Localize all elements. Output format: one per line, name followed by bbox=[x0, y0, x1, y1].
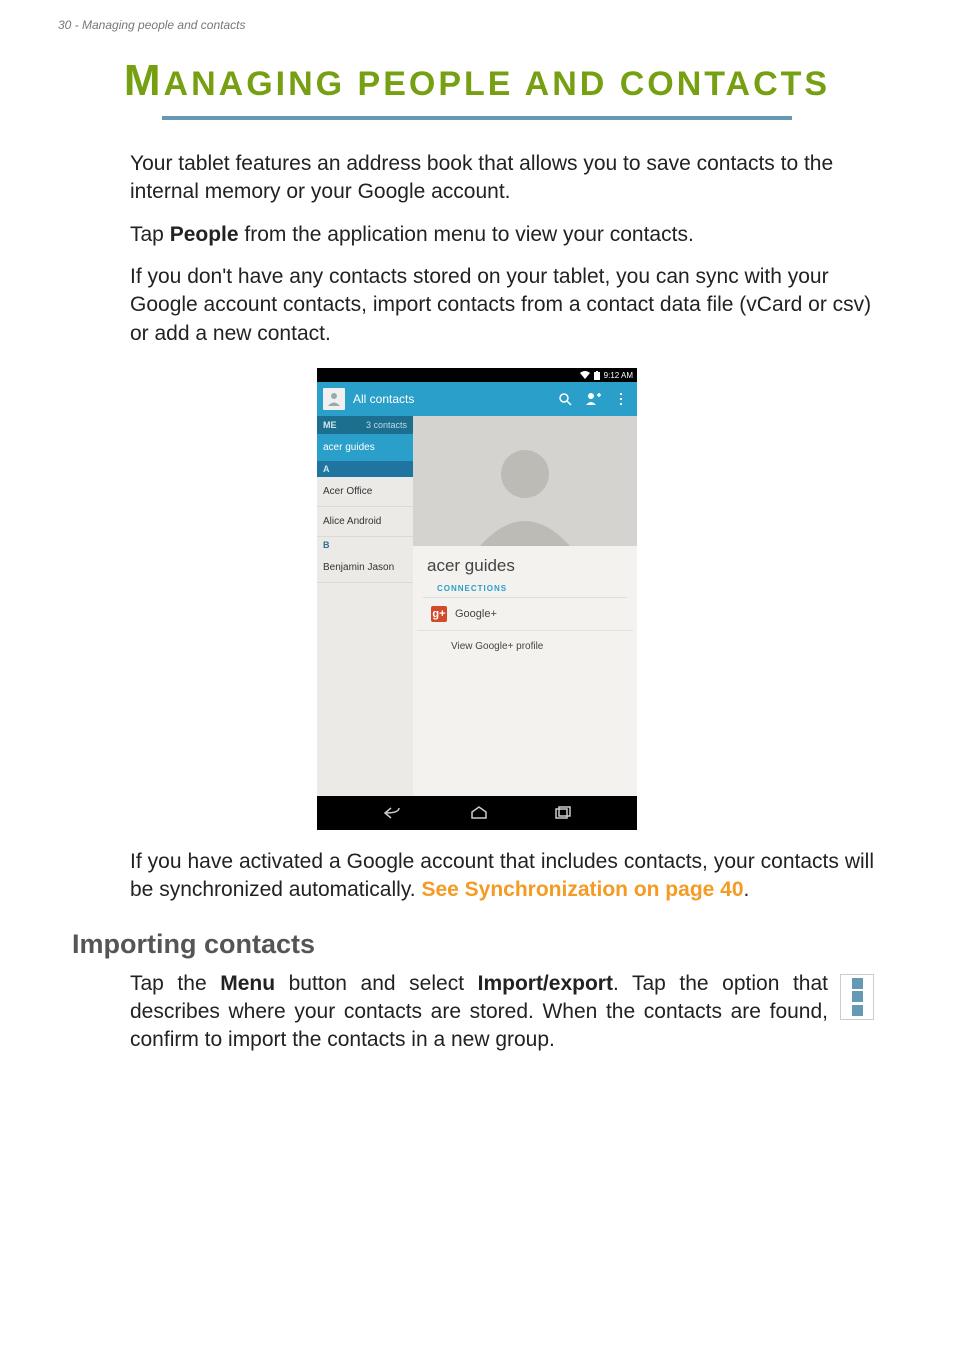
googleplus-label: Google+ bbox=[455, 608, 497, 620]
sidebar-item-selected[interactable]: acer guides bbox=[317, 434, 413, 461]
synchronization-link[interactable]: See Synchronization on page 40 bbox=[421, 878, 743, 901]
me-row[interactable]: ME 3 contacts bbox=[317, 416, 413, 434]
connections-label: CONNECTIONS bbox=[423, 582, 627, 598]
search-icon[interactable] bbox=[555, 392, 575, 406]
sidebar-item[interactable]: Alice Android bbox=[317, 507, 413, 537]
intro-paragraph-2: Tap People from the application menu to … bbox=[130, 221, 874, 249]
sync-paragraph: If you have activated a Google account t… bbox=[130, 848, 874, 905]
contact-detail-pane: acer guides CONNECTIONS g+ Google+ View … bbox=[413, 416, 637, 796]
embedded-screenshot: 9:12 AM All contacts ME 3 contacts bbox=[0, 362, 954, 848]
page-title: MANAGING PEOPLE AND CONTACTS bbox=[0, 42, 954, 106]
android-frame: 9:12 AM All contacts ME 3 contacts bbox=[317, 368, 637, 830]
page-header: 30 - Managing people and contacts bbox=[0, 0, 954, 42]
section-header-b: B bbox=[317, 537, 413, 553]
sidebar-item[interactable]: Benjamin Jason bbox=[317, 553, 413, 583]
intro-paragraph-1: Your tablet features an address book tha… bbox=[130, 150, 874, 207]
android-nav-bar bbox=[317, 796, 637, 830]
googleplus-icon: g+ bbox=[431, 606, 447, 622]
menu-dots-icon bbox=[840, 974, 874, 1020]
app-bar: All contacts bbox=[317, 382, 637, 416]
view-googleplus-profile[interactable]: View Google+ profile bbox=[413, 631, 637, 662]
intro-paragraph-3: If you don't have any contacts stored on… bbox=[130, 263, 874, 348]
wifi-icon bbox=[580, 371, 590, 379]
contacts-sidebar: ME 3 contacts acer guides A Acer Office … bbox=[317, 416, 413, 796]
status-bar: 9:12 AM bbox=[317, 368, 637, 382]
overflow-menu-icon[interactable] bbox=[611, 392, 631, 406]
heading-rest: ANAGING PEOPLE AND CONTACTS bbox=[164, 65, 831, 103]
people-app-icon[interactable] bbox=[323, 388, 345, 410]
add-contact-icon[interactable] bbox=[583, 392, 603, 406]
appbar-title: All contacts bbox=[353, 392, 547, 406]
recents-icon[interactable] bbox=[554, 806, 572, 820]
importing-contacts-heading: Importing contacts bbox=[0, 919, 954, 970]
dot-icon bbox=[852, 978, 863, 989]
me-label: ME bbox=[323, 420, 337, 430]
people-app-label: People bbox=[170, 223, 239, 246]
back-icon[interactable] bbox=[383, 806, 405, 820]
import-paragraph: Tap the Menu button and select Import/ex… bbox=[130, 970, 828, 1055]
status-time: 9:12 AM bbox=[604, 371, 633, 380]
contact-avatar bbox=[413, 416, 637, 546]
content-area: ME 3 contacts acer guides A Acer Office … bbox=[317, 416, 637, 796]
section-header-a: A bbox=[317, 461, 413, 477]
battery-icon bbox=[594, 371, 600, 380]
contact-count: 3 contacts bbox=[366, 420, 407, 430]
home-icon[interactable] bbox=[470, 806, 488, 820]
contact-name: acer guides bbox=[413, 546, 637, 582]
heading-underline bbox=[162, 116, 792, 120]
sidebar-item[interactable]: Acer Office bbox=[317, 477, 413, 507]
dot-icon bbox=[852, 991, 863, 1002]
dot-icon bbox=[852, 1005, 863, 1016]
import-export-label: Import/export bbox=[478, 972, 613, 995]
heading-big-letter: M bbox=[124, 56, 164, 105]
menu-button-label: Menu bbox=[220, 972, 275, 995]
googleplus-row[interactable]: g+ Google+ bbox=[417, 598, 633, 631]
